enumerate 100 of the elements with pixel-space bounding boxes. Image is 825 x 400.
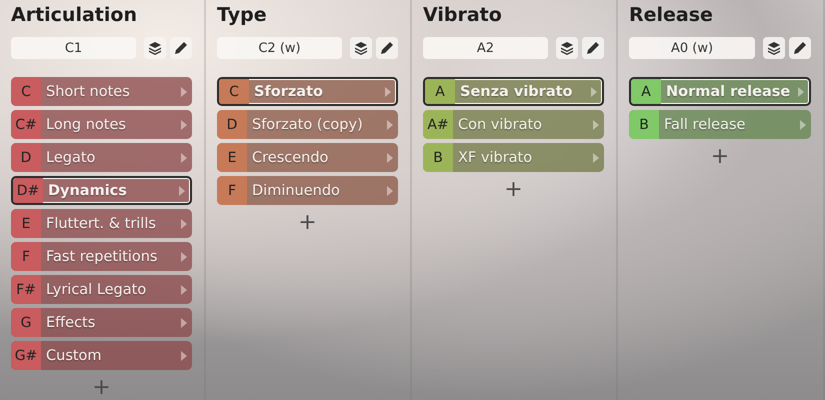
edit-button[interactable] — [376, 37, 398, 59]
key-label: C — [11, 77, 41, 106]
layers-icon — [767, 41, 781, 55]
key-label: A — [631, 79, 661, 104]
item-label: Fast repetitions — [45, 248, 158, 264]
column-title: Type — [217, 4, 268, 28]
arrow-icon — [387, 152, 393, 162]
key-label: A# — [423, 110, 453, 139]
key-label: C — [219, 79, 249, 104]
key-field[interactable]: A2 — [423, 37, 548, 59]
list-item[interactable]: D# Dynamics — [11, 176, 192, 205]
key-label: C# — [11, 110, 41, 139]
item-label: Custom — [45, 348, 103, 364]
arrow-icon — [181, 152, 187, 162]
item-label: Con vibrato — [457, 116, 544, 132]
layers-button[interactable] — [144, 37, 166, 59]
list-item[interactable]: E Fluttert. & trills — [11, 209, 192, 238]
item-label: Diminuendo — [251, 182, 341, 198]
item-label: Senza vibrato — [459, 84, 574, 100]
list-item[interactable]: F Diminuendo — [217, 176, 398, 205]
edit-button[interactable] — [789, 37, 811, 59]
arrow-icon — [179, 186, 185, 196]
item-label: Dynamics — [47, 182, 128, 198]
arrow-icon — [387, 120, 393, 130]
add-button[interactable]: + — [710, 147, 730, 167]
key-field[interactable]: C2 (w) — [217, 37, 342, 59]
layers-button[interactable] — [350, 37, 372, 59]
list-item[interactable]: E Crescendo — [217, 143, 398, 172]
arrow-icon — [181, 350, 187, 360]
arrow-icon — [181, 120, 187, 130]
list-item[interactable]: G# Custom — [11, 341, 192, 370]
key-label: D — [217, 110, 247, 139]
item-label: Crescendo — [251, 150, 330, 166]
pencil-icon — [380, 41, 394, 55]
item-label: Legato — [45, 150, 96, 166]
item-label: Sforzato — [253, 84, 324, 100]
arrow-icon — [181, 86, 187, 96]
arrow-icon — [800, 120, 806, 130]
item-label: Normal release — [665, 84, 792, 100]
list-item[interactable]: C Short notes — [11, 77, 192, 106]
key-label: D — [11, 143, 41, 172]
pencil-icon — [793, 41, 807, 55]
item-label: Sforzato (copy) — [251, 116, 364, 132]
key-label: A — [425, 79, 455, 104]
list-item[interactable]: B Fall release — [629, 110, 811, 139]
key-label: F# — [11, 275, 41, 304]
list-item[interactable]: F# Lyrical Legato — [11, 275, 192, 304]
layers-icon — [354, 41, 368, 55]
arrow-icon — [591, 86, 597, 96]
column-title: Articulation — [11, 4, 138, 28]
add-button[interactable]: + — [92, 378, 111, 398]
layers-icon — [560, 41, 574, 55]
key-field[interactable]: C1 — [11, 37, 136, 59]
list-item[interactable]: C Sforzato — [217, 77, 398, 106]
column-title: Release — [629, 4, 714, 28]
edit-button[interactable] — [582, 37, 604, 59]
key-label: F — [217, 176, 247, 205]
layers-icon — [148, 41, 162, 55]
arrow-icon — [181, 218, 187, 228]
layers-button[interactable] — [763, 37, 785, 59]
column-title: Vibrato — [423, 4, 503, 28]
add-button[interactable]: + — [298, 213, 317, 233]
key-label: B — [629, 110, 659, 139]
add-button[interactable]: + — [504, 180, 523, 200]
arrow-icon — [385, 86, 391, 96]
list-item[interactable]: G Effects — [11, 308, 192, 337]
list-item[interactable]: A Normal release — [629, 77, 811, 106]
arrow-icon — [593, 120, 599, 130]
key-label: E — [217, 143, 247, 172]
key-label: F — [11, 242, 41, 271]
key-label: D# — [13, 178, 43, 203]
list-item[interactable]: B XF vibrato — [423, 143, 604, 172]
arrow-icon — [798, 86, 804, 96]
key-field[interactable]: A0 (w) — [629, 37, 755, 59]
item-label: Lyrical Legato — [45, 282, 148, 298]
key-label: E — [11, 209, 41, 238]
arrow-icon — [181, 284, 187, 294]
item-label: Short notes — [45, 84, 131, 100]
item-label: Fall release — [663, 116, 746, 132]
layers-button[interactable] — [556, 37, 578, 59]
arrow-icon — [181, 252, 187, 262]
item-label: XF vibrato — [457, 150, 534, 166]
list-item[interactable]: A Senza vibrato — [423, 77, 604, 106]
item-label: Effects — [45, 314, 96, 330]
list-item[interactable]: A# Con vibrato — [423, 110, 604, 139]
key-label: B — [423, 143, 453, 172]
item-label: Fluttert. & trills — [45, 216, 157, 232]
list-item[interactable]: C# Long notes — [11, 110, 192, 139]
edit-button[interactable] — [170, 37, 192, 59]
pencil-icon — [174, 41, 188, 55]
arrow-icon — [593, 152, 599, 162]
list-item[interactable]: F Fast repetitions — [11, 242, 192, 271]
arrow-icon — [387, 186, 393, 196]
pencil-icon — [586, 41, 600, 55]
key-label: G — [11, 308, 41, 337]
key-label: G# — [11, 341, 41, 370]
item-label: Long notes — [45, 116, 127, 132]
list-item[interactable]: D Sforzato (copy) — [217, 110, 398, 139]
list-item[interactable]: D Legato — [11, 143, 192, 172]
arrow-icon — [181, 318, 187, 328]
